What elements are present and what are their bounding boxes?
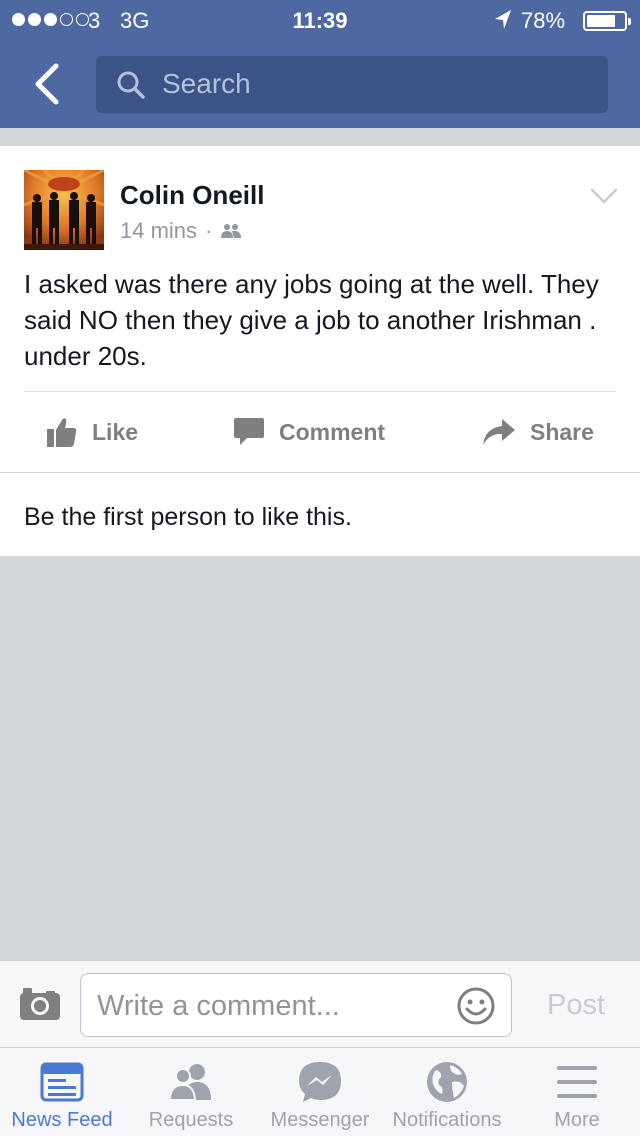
emoji-icon[interactable] [456, 986, 496, 1026]
comment-label: Comment [279, 418, 386, 445]
comment-input[interactable] [97, 986, 447, 1026]
messenger-icon [299, 1062, 341, 1102]
comment-button[interactable]: Comment [233, 392, 385, 472]
tab-bar: News Feed Requests Messenger Notificatio… [0, 1048, 640, 1136]
friends-icon [221, 224, 242, 238]
camera-icon[interactable] [19, 987, 61, 1021]
likes-summary: Be the first person to like this. [0, 473, 640, 556]
share-button[interactable]: Share [482, 392, 594, 472]
share-label: Share [530, 418, 594, 445]
like-button[interactable]: Like [46, 392, 138, 472]
tab-label: News Feed [11, 1109, 113, 1131]
back-button[interactable] [22, 58, 70, 110]
comment-composer: Post [0, 960, 640, 1048]
tab-messenger[interactable]: Messenger [260, 1048, 380, 1136]
tab-requests[interactable]: Requests [128, 1048, 254, 1136]
search-bar[interactable] [96, 56, 608, 113]
post-actions: Like Comment Share [0, 392, 640, 472]
location-arrow-icon [495, 10, 511, 29]
likes-summary-text: Be the first person to like this. [24, 503, 352, 531]
tab-label: Messenger [270, 1109, 370, 1131]
post-comment-button[interactable]: Post [528, 983, 624, 1027]
post-timestamp[interactable]: 14 mins [120, 218, 197, 244]
friend-requests-icon [168, 1064, 211, 1101]
post-card: Colin Oneill 14 mins · I asked was there… [0, 146, 640, 472]
post-meta: 14 mins · [120, 218, 242, 244]
menu-icon [557, 1066, 597, 1098]
separator [0, 128, 640, 146]
chevron-left-icon [35, 63, 59, 105]
author-name[interactable]: Colin Oneill [120, 180, 264, 211]
status-bar: 3 3G 11:39 78% [0, 0, 640, 40]
thumbs-up-icon [47, 418, 77, 447]
tab-notifications[interactable]: Notifications [384, 1048, 510, 1136]
comment-field[interactable] [80, 973, 512, 1037]
like-label: Like [92, 418, 139, 445]
meta-separator: · [205, 218, 213, 243]
avatar[interactable] [24, 170, 104, 250]
tab-more[interactable]: More [514, 1048, 640, 1136]
globe-icon [427, 1062, 467, 1102]
tab-label: More [554, 1109, 600, 1131]
tab-label: Requests [148, 1109, 234, 1131]
tab-news-feed[interactable]: News Feed [0, 1048, 124, 1136]
share-arrow-icon [483, 419, 515, 445]
battery-icon [583, 11, 631, 31]
battery-percent: 78% [521, 8, 566, 33]
search-icon [117, 71, 145, 99]
search-input[interactable] [162, 64, 592, 104]
tab-label: Notifications [392, 1109, 502, 1131]
post-text: I asked was there any jobs going at the … [24, 269, 599, 371]
top-bar: 3 3G 11:39 78% [0, 0, 640, 128]
comment-bubble-icon [234, 418, 264, 445]
news-feed-icon [40, 1062, 84, 1102]
chevron-down-icon[interactable] [590, 186, 618, 206]
